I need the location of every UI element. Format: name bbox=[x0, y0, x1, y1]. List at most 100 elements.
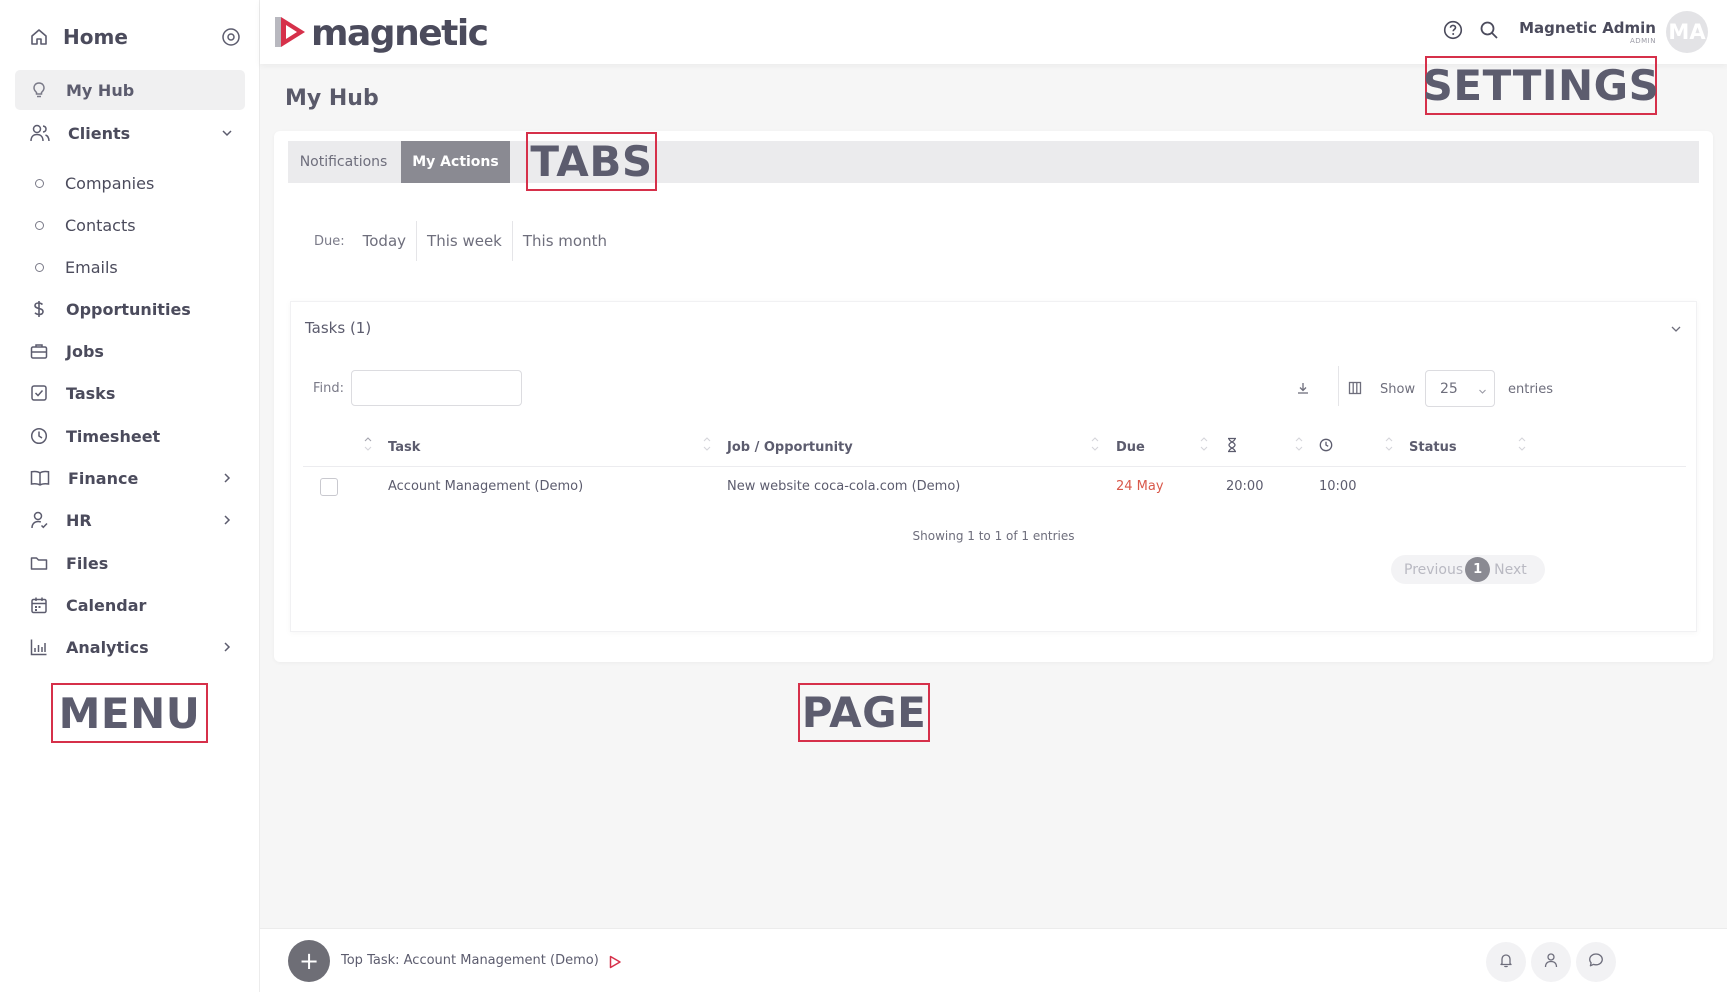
chat-icon bbox=[1588, 952, 1604, 972]
sidebar-item-clients[interactable]: Clients bbox=[15, 113, 245, 153]
tab-notifications[interactable]: Notifications bbox=[288, 141, 399, 183]
chevron-right-icon bbox=[221, 472, 233, 484]
tabs-bar: Notifications My Actions bbox=[288, 141, 1699, 183]
bullet-icon bbox=[35, 220, 44, 230]
sidebar-item-finance[interactable]: Finance bbox=[15, 458, 245, 498]
book-icon bbox=[30, 469, 50, 487]
sidebar-subitem-contacts[interactable]: Contacts bbox=[35, 210, 136, 240]
tasks-title[interactable]: Tasks (1) bbox=[305, 319, 371, 337]
sidebar-item-label: Jobs bbox=[66, 341, 104, 361]
column-header-due[interactable]: Due bbox=[1116, 440, 1145, 455]
pagination-page-1[interactable]: 1 bbox=[1465, 557, 1491, 582]
table-header-divider bbox=[303, 466, 1686, 467]
chevron-down-icon bbox=[1478, 384, 1487, 400]
tasks-panel: Tasks (1) Find: Show 25 entries Task Job… bbox=[290, 301, 1697, 632]
sidebar-item-timesheet[interactable]: Timesheet bbox=[15, 416, 245, 456]
sidebar-item-label: Calendar bbox=[66, 595, 147, 615]
cell-job-opportunity[interactable]: New website coca-cola.com (Demo) bbox=[727, 479, 960, 494]
calendar-icon bbox=[30, 596, 48, 614]
columns-icon[interactable] bbox=[1348, 380, 1362, 399]
due-filter-today[interactable]: Today bbox=[353, 221, 416, 261]
chevron-down-icon bbox=[221, 127, 233, 139]
main-card: Notifications My Actions Due: Today This… bbox=[274, 131, 1713, 662]
clock-icon bbox=[30, 427, 48, 445]
sort-icon[interactable] bbox=[1517, 434, 1527, 458]
sort-icon[interactable] bbox=[1384, 434, 1394, 458]
logo[interactable]: magnetic bbox=[275, 13, 489, 54]
sidebar-home[interactable]: Home bbox=[29, 22, 241, 52]
column-header-job-opportunity[interactable]: Job / Opportunity bbox=[727, 440, 853, 455]
column-header-status[interactable]: Status bbox=[1409, 440, 1457, 455]
table-info: Showing 1 to 1 of 1 entries bbox=[912, 529, 1075, 543]
sidebar-item-my-hub[interactable]: My Hub bbox=[15, 70, 245, 110]
add-button[interactable]: + bbox=[288, 940, 330, 982]
sort-icon[interactable] bbox=[363, 434, 373, 458]
tab-my-actions[interactable]: My Actions bbox=[401, 141, 510, 183]
row-checkbox[interactable] bbox=[320, 478, 338, 496]
chevron-right-icon bbox=[221, 641, 233, 653]
user-menu[interactable]: Magnetic Admin ADMIN bbox=[1519, 19, 1656, 45]
profile-button[interactable] bbox=[1531, 942, 1571, 982]
sidebar-item-calendar[interactable]: Calendar bbox=[15, 585, 245, 625]
top-bar: magnetic Magnetic Admin ADMIN MA bbox=[260, 0, 1727, 64]
notifications-button[interactable] bbox=[1486, 942, 1526, 982]
sort-icon[interactable] bbox=[1090, 434, 1100, 458]
search-icon[interactable] bbox=[1479, 20, 1499, 44]
sidebar-subitem-emails[interactable]: Emails bbox=[35, 252, 118, 282]
cell-task[interactable]: Account Management (Demo) bbox=[388, 479, 583, 494]
pagination-previous[interactable]: Previous bbox=[1404, 562, 1463, 578]
user-name: Magnetic Admin bbox=[1519, 19, 1656, 37]
person-icon bbox=[1543, 952, 1559, 972]
chat-button[interactable] bbox=[1576, 942, 1616, 982]
folder-icon bbox=[30, 554, 48, 572]
briefcase-icon bbox=[30, 342, 48, 360]
play-icon[interactable] bbox=[608, 954, 622, 973]
download-icon[interactable] bbox=[1296, 380, 1310, 399]
annotation-settings: SETTINGS bbox=[1423, 56, 1659, 115]
sidebar-item-label: Tasks bbox=[66, 383, 116, 403]
hourglass-icon[interactable] bbox=[1226, 437, 1238, 457]
toolbar-divider bbox=[1338, 366, 1339, 406]
chevron-right-icon bbox=[221, 514, 233, 526]
sidebar-item-label: Timesheet bbox=[66, 426, 161, 446]
target-icon[interactable] bbox=[221, 27, 241, 47]
entries-label: entries bbox=[1508, 382, 1554, 397]
find-label: Find: bbox=[313, 381, 345, 396]
due-filter-this-week[interactable]: This week bbox=[416, 221, 512, 261]
sidebar-subitem-companies[interactable]: Companies bbox=[35, 168, 154, 198]
annotation-tabs: TABS bbox=[526, 132, 657, 191]
due-filter-label: Due: bbox=[314, 233, 345, 249]
sidebar-item-tasks[interactable]: Tasks bbox=[15, 373, 245, 413]
chevron-down-icon[interactable] bbox=[1670, 320, 1682, 339]
cell-time: 10:00 bbox=[1319, 479, 1357, 494]
checkbox-icon bbox=[30, 384, 48, 402]
sort-icon[interactable] bbox=[1199, 434, 1209, 458]
column-header-task[interactable]: Task bbox=[388, 440, 420, 455]
due-filter: Due: Today This week This month bbox=[314, 221, 617, 261]
clock-icon[interactable] bbox=[1319, 438, 1333, 456]
sidebar-item-label: My Hub bbox=[66, 80, 135, 100]
pagination-next[interactable]: Next bbox=[1494, 562, 1527, 578]
pagination: Previous 1 Next bbox=[1391, 555, 1545, 584]
due-filter-this-month[interactable]: This month bbox=[511, 221, 617, 261]
sidebar-item-analytics[interactable]: Analytics bbox=[15, 627, 245, 667]
sidebar-subitem-label: Companies bbox=[65, 173, 155, 193]
sidebar-item-label: Clients bbox=[68, 123, 131, 143]
avatar[interactable]: MA bbox=[1666, 11, 1708, 53]
entries-select[interactable]: 25 bbox=[1425, 370, 1495, 407]
help-icon[interactable] bbox=[1443, 20, 1463, 44]
cell-estimate: 20:00 bbox=[1226, 479, 1264, 494]
sort-icon[interactable] bbox=[702, 434, 712, 458]
find-input[interactable] bbox=[351, 370, 522, 406]
sidebar-item-opportunities[interactable]: Opportunities bbox=[15, 289, 245, 329]
sidebar-item-hr[interactable]: HR bbox=[15, 500, 245, 540]
sidebar-item-jobs[interactable]: Jobs bbox=[15, 331, 245, 371]
users-icon bbox=[30, 124, 50, 142]
show-label: Show bbox=[1380, 382, 1416, 397]
sidebar-item-files[interactable]: Files bbox=[15, 543, 245, 583]
top-task-label[interactable]: Top Task: Account Management (Demo) bbox=[341, 953, 599, 968]
sidebar-item-label: HR bbox=[66, 510, 92, 530]
sidebar-item-label: Finance bbox=[68, 468, 139, 488]
sort-icon[interactable] bbox=[1294, 434, 1304, 458]
logo-text: magnetic bbox=[311, 13, 489, 54]
